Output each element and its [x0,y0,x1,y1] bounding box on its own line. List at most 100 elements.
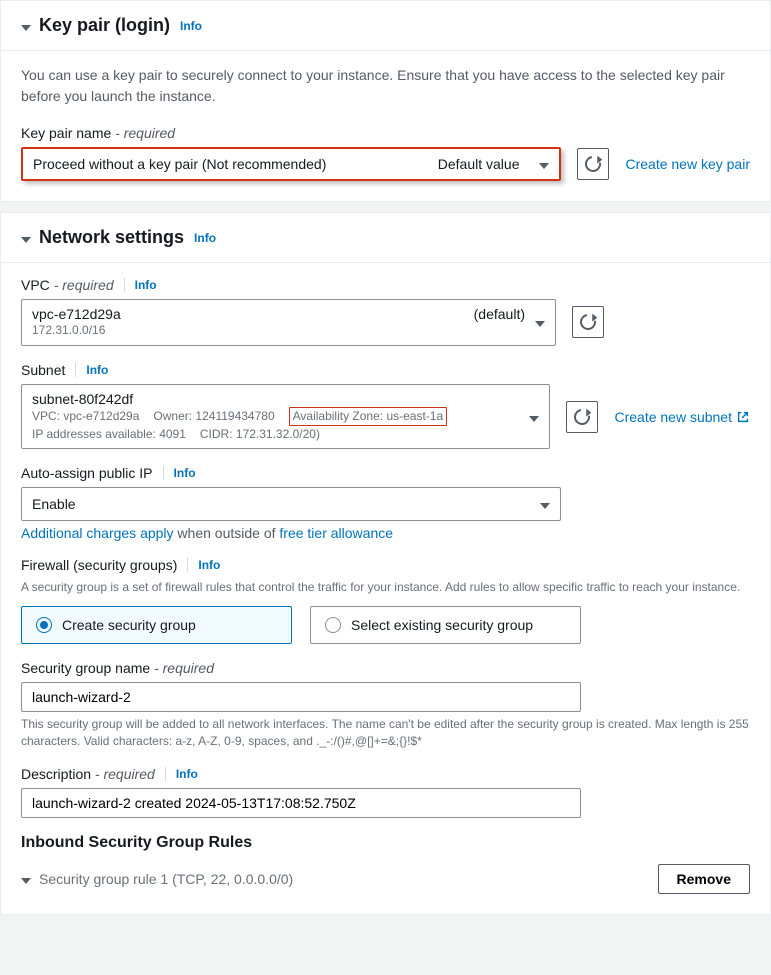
key-pair-body: You can use a key pair to securely conne… [1,51,770,201]
sg-desc-input[interactable] [21,788,581,818]
key-pair-description: You can use a key pair to securely conne… [21,65,750,107]
separator [187,558,188,572]
caret-down-icon [21,15,31,36]
vpc-info-link[interactable]: Info [135,278,157,292]
remove-rule-button[interactable]: Remove [658,864,750,894]
key-pair-info-link[interactable]: Info [180,19,202,33]
required-indicator: - required [154,660,214,676]
charges-link-pre[interactable]: Additional charges apply [21,525,174,541]
caret-down-icon [535,314,545,330]
create-key-pair-link[interactable]: Create new key pair [625,156,750,172]
caret-down-icon [529,409,539,425]
sg-desc-label: Description - required [21,766,155,782]
subnet-cidr: CIDR: 172.31.32.0/20) [200,426,320,443]
sg-name-helper: This security group will be added to all… [21,716,750,750]
inbound-rule-1-label: Security group rule 1 (TCP, 22, 0.0.0.0/… [39,871,293,887]
charges-notice: Additional charges apply when outside of… [21,525,750,541]
network-settings-body: VPC - required Info vpc-e712d29a (defaul… [1,263,770,914]
key-pair-name-label: Key pair name - required [21,125,750,141]
separator [75,363,76,377]
refresh-subnet-button[interactable] [566,401,598,433]
external-link-icon [736,410,750,424]
subnet-label-row: Subnet Info [21,362,750,378]
subnet-select[interactable]: subnet-80f242df VPC: vpc-e712d29a Owner:… [21,384,550,450]
inbound-rule-1: Security group rule 1 (TCP, 22, 0.0.0.0/… [21,864,750,894]
auto-assign-info-link[interactable]: Info [174,466,196,480]
subnet-info-link[interactable]: Info [86,363,108,377]
caret-down-icon [539,156,549,172]
sg-desc-field: Description - required Info [21,766,750,818]
subnet-field: Subnet Info subnet-80f242df VPC: vpc-e71… [21,362,750,450]
subnet-owner: Owner: 124119434780 [153,408,274,425]
firewall-label-row: Firewall (security groups) Info [21,557,750,573]
auto-assign-label: Auto-assign public IP [21,465,153,481]
create-subnet-link[interactable]: Create new subnet [614,409,750,425]
firewall-info-link[interactable]: Info [198,558,220,572]
vpc-select[interactable]: vpc-e712d29a (default) 172.31.0.0/16 [21,299,556,346]
subnet-details-row2: IP addresses available: 4091 CIDR: 172.3… [32,426,519,443]
vpc-label-text: VPC [21,277,50,293]
vpc-default-badge: (default) [474,306,525,322]
key-pair-title: Key pair (login) [39,15,170,36]
refresh-icon [571,405,593,427]
firewall-radio-group: Create security group Select existing se… [21,606,581,644]
vpc-label-row: VPC - required Info [21,277,750,293]
inbound-rules-title: Inbound Security Group Rules [21,834,750,852]
firewall-helper: A security group is a set of firewall ru… [21,579,750,596]
network-settings-info-link[interactable]: Info [194,231,216,245]
sg-name-label-text: Security group name [21,660,150,676]
firewall-field: Firewall (security groups) Info A securi… [21,557,750,644]
charges-link-post[interactable]: free tier allowance [279,525,393,541]
key-pair-selected-value: Proceed without a key pair (Not recommen… [33,156,438,172]
field-label-text: Key pair name [21,125,111,141]
sg-desc-label-row: Description - required Info [21,766,750,782]
subnet-details-row1: VPC: vpc-e712d29a Owner: 124119434780 Av… [32,407,519,426]
subnet-ip-available: IP addresses available: 4091 [32,426,186,443]
create-subnet-text: Create new subnet [614,409,732,425]
key-pair-panel: Key pair (login) Info You can use a key … [0,0,771,202]
auto-assign-select[interactable]: Enable [21,487,561,521]
charges-text-mid: when outside of [174,525,280,541]
vpc-field: VPC - required Info vpc-e712d29a (defaul… [21,277,750,346]
radio-icon [325,617,341,633]
subnet-az-highlighted: Availability Zone: us-east-1a [289,407,448,426]
refresh-key-pair-button[interactable] [577,148,609,180]
caret-down-icon [540,496,550,512]
caret-down-icon [21,227,31,248]
sg-desc-label-text: Description [21,766,91,782]
key-pair-header[interactable]: Key pair (login) Info [1,1,770,50]
key-pair-select[interactable]: Proceed without a key pair (Not recommen… [21,147,561,181]
refresh-icon [582,153,604,175]
sg-name-label: Security group name - required [21,660,750,676]
vpc-cidr: 172.31.0.0/16 [32,322,525,339]
separator [165,767,166,781]
key-pair-default-badge: Default value [438,156,520,172]
radio-icon [36,617,52,633]
firewall-label: Firewall (security groups) [21,557,177,573]
radio-select-existing-security-group[interactable]: Select existing security group [310,606,581,644]
caret-down-icon[interactable] [21,871,31,887]
sg-name-field: Security group name - required This secu… [21,660,750,750]
vpc-label: VPC - required [21,277,114,293]
auto-assign-value: Enable [32,496,76,512]
radio-create-label: Create security group [62,617,196,633]
subnet-label: Subnet [21,362,65,378]
sg-name-input[interactable] [21,682,581,712]
radio-select-label: Select existing security group [351,617,533,633]
network-settings-header[interactable]: Network settings Info [1,213,770,262]
separator [124,278,125,292]
required-indicator: - required [115,125,175,141]
subnet-vpc: VPC: vpc-e712d29a [32,408,139,425]
subnet-value: subnet-80f242df [32,391,133,407]
required-indicator: - required [95,766,155,782]
auto-assign-field: Auto-assign public IP Info Enable Additi… [21,465,750,541]
refresh-vpc-button[interactable] [572,306,604,338]
network-settings-title: Network settings [39,227,184,248]
vpc-value: vpc-e712d29a [32,306,121,322]
required-indicator: - required [54,277,114,293]
radio-create-security-group[interactable]: Create security group [21,606,292,644]
sg-desc-info-link[interactable]: Info [176,767,198,781]
network-settings-panel: Network settings Info VPC - required Inf… [0,212,771,915]
separator [163,466,164,480]
auto-assign-label-row: Auto-assign public IP Info [21,465,750,481]
